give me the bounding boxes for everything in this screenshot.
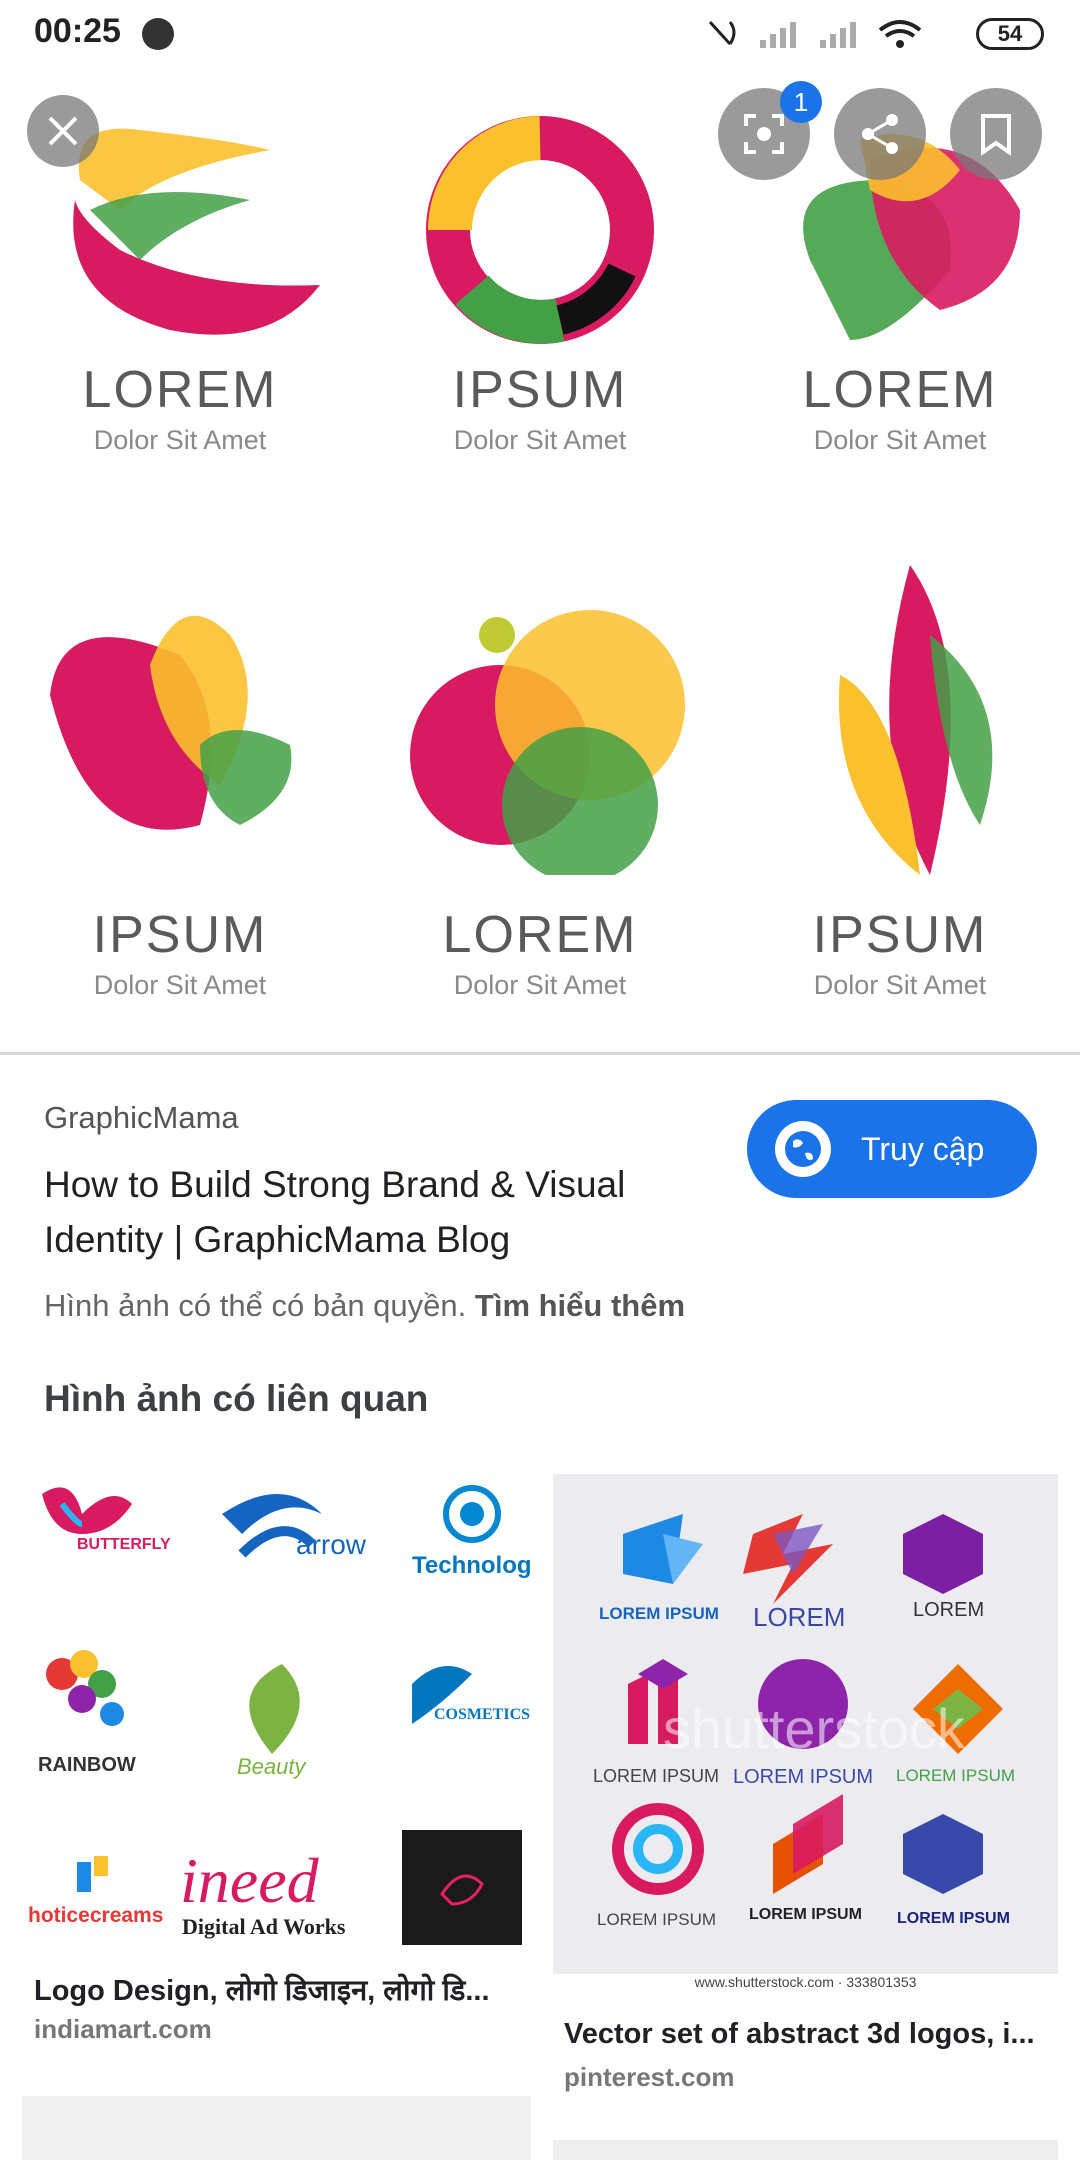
logo-graphic [410,610,685,883]
thumb-footer: www.shutterstock.com · 333801353 [553,1974,1058,1998]
logo-word: IPSUM [452,361,628,419]
copyright-text: Hình ảnh có thể có bản quyền. [44,1288,467,1323]
logo-word: LOREM [442,906,638,964]
thumb-logo-label: LOREM IPSUM [599,1604,719,1623]
related-image[interactable]: BUTTERFLY arrow Technology RAINBOW Beaut… [22,1474,531,1950]
divider [0,1052,1080,1055]
related-heading: Hình ảnh có liên quan [44,1378,429,1419]
logo-cell: IPSUM Dolor Sit Amet [0,545,360,1052]
lens-badge: 1 [780,81,822,123]
related-image[interactable]: LOREM IPSUM LOREM LOREM LOREM IPSUM LORE… [553,1474,1058,1998]
page-title[interactable]: How to Build Strong Brand & Visual Ident… [44,1157,704,1267]
share-icon [862,114,898,154]
close-button[interactable] [27,95,99,167]
logo-tagline: Dolor Sit Amet [813,425,987,455]
bookmark-button[interactable] [950,88,1042,180]
related-card-domain: indiamart.com [34,2014,212,2044]
image-viewer[interactable]: LOREM Dolor Sit Amet IPSUM Dolor Sit Ame… [0,0,1080,1052]
logo-cell: LOREM Dolor Sit Amet [360,545,720,1052]
globe-icon [775,1121,831,1177]
logo-tagline: Dolor Sit Amet [93,425,267,455]
close-icon [48,116,78,146]
logo-graphic [50,615,292,830]
thumb-logo-label: arrow [296,1529,367,1560]
thumb-logo-label: LOREM [753,1602,846,1632]
logo-tagline: Dolor Sit Amet [813,970,987,1000]
thumb-logo-label: Technology [412,1552,531,1579]
thumb-logo-label: hoticecreams [28,1904,164,1927]
learn-more-link[interactable]: Tìm hiểu thêm [475,1288,685,1323]
bookmark-icon [981,114,1011,156]
logo-tagline: Dolor Sit Amet [453,425,627,455]
thumb-logo-label: COSMETICS [434,1706,531,1723]
signal-wifi-icons [708,20,922,48]
related-card-domain: pinterest.com [564,2062,735,2092]
share-button[interactable] [834,88,926,180]
thumb-logo-label: RAINBOW [38,1754,136,1776]
thumb-logo-label: LOREM [913,1599,985,1621]
messenger-icon [142,18,174,50]
related-image[interactable] [553,2140,1058,2160]
battery-indicator: 54 [976,18,1044,50]
logo-word: IPSUM [812,906,988,964]
status-bar: 00:25 54 [0,0,1080,66]
related-card-title[interactable]: Logo Design, लोगो डिजाइन, लोगो डि... [34,1970,514,2009]
source-name[interactable]: GraphicMama [44,1100,239,1136]
logo-tagline: Dolor Sit Amet [93,970,267,1000]
thumb-logo-label: Digital Ad Works [182,1914,346,1939]
logo-word: LOREM [82,361,278,419]
visit-button-label: Truy cập [861,1130,985,1167]
logo-word: LOREM [802,361,998,419]
logo-graphic [426,116,654,344]
thumb-logo-label: LOREM IPSUM [597,1910,717,1929]
thumb-logo-label: LOREM IPSUM [593,1766,720,1786]
thumb-logo-label: LOREM IPSUM [897,1910,1010,1927]
logo-tagline: Dolor Sit Amet [453,970,627,1000]
related-image[interactable] [22,2096,531,2160]
logo-cell: IPSUM Dolor Sit Amet [720,545,1080,1052]
logo-cell: IPSUM Dolor Sit Amet [360,60,720,580]
thumb-logo-label: ineed [180,1845,319,1916]
thumb-logo-label: BUTTERFLY [77,1536,171,1553]
status-time: 00:25 [34,12,121,50]
lens-icon [744,114,784,154]
thumb-logo-label: LOREM IPSUM [733,1766,874,1788]
logo-word: IPSUM [92,906,268,964]
thumb-logo-label: LOREM IPSUM [896,1766,1016,1785]
watermark: shutterstock [663,1697,965,1760]
thumb-logo-label: LOREM IPSUM [749,1906,862,1923]
thumb-logo-label: Beauty [237,1754,306,1779]
related-card-title[interactable]: Vector set of abstract 3d logos, i... [564,2018,1044,2051]
visit-button[interactable]: Truy cập [747,1100,1037,1198]
logo-graphic [839,565,993,875]
copyright-notice: Hình ảnh có thể có bản quyền. Tìm hiểu t… [44,1288,685,1324]
